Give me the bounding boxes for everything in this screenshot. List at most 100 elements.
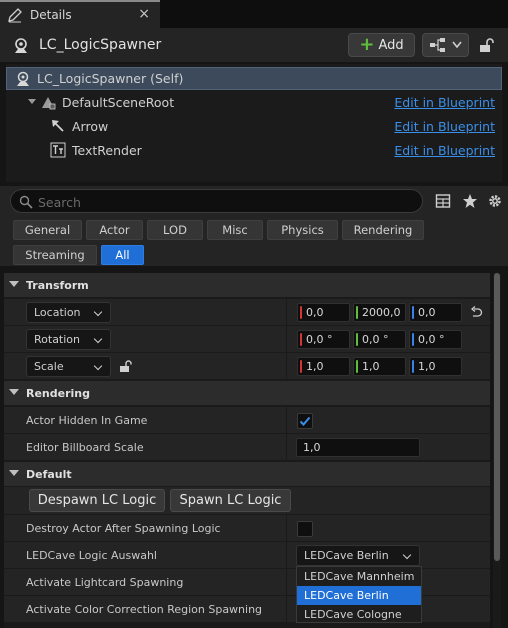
billboard-scale-field[interactable]: 1,0	[296, 438, 420, 457]
tree-item-label: TextRender	[72, 143, 142, 158]
option-mannheim[interactable]: LEDCave Mannheim	[297, 567, 421, 586]
chevron-down-icon	[93, 334, 103, 344]
lock-open-icon[interactable]	[478, 37, 494, 53]
filter-misc[interactable]: Misc	[207, 220, 263, 240]
edit-in-blueprint-link[interactable]: Edit in Blueprint	[394, 95, 495, 110]
category-rendering[interactable]: Rendering	[4, 381, 490, 405]
option-berlin[interactable]: LEDCave Berlin	[297, 586, 421, 605]
collapse-arrow-icon	[9, 470, 19, 476]
rotation-z-field[interactable]: 0,0 °	[409, 330, 462, 349]
tab-bar: Details ×	[0, 0, 508, 28]
filter-physics[interactable]: Physics	[267, 220, 338, 240]
property-location: Location 0,0 2000,0 0,0	[4, 299, 490, 326]
search-placeholder: Search	[38, 195, 81, 210]
tree-item-label: Arrow	[72, 119, 109, 134]
destroy-after-spawn-checkbox[interactable]	[297, 521, 313, 537]
property-label: Activate Color Correction Region Spawnin…	[26, 603, 263, 616]
filter-general[interactable]: General	[13, 220, 82, 240]
checkmark-icon	[299, 416, 311, 426]
hierarchy-icon	[430, 38, 445, 52]
tree-item-label: LC_LogicSpawner (Self)	[37, 71, 184, 86]
add-component-button[interactable]: + Add	[348, 33, 415, 57]
category-label: Default	[26, 467, 72, 481]
scale-x-field[interactable]: 1,0	[297, 357, 350, 376]
rotation-x-field[interactable]: 0,0 °	[297, 330, 350, 349]
property-label: Destroy Actor After Spawning Logic	[26, 522, 221, 535]
property-logic-selection: LEDCave Logic Auswahl LEDCave Berlin	[4, 542, 490, 569]
location-x-field[interactable]: 0,0	[297, 303, 350, 322]
category-label: Transform	[26, 278, 89, 292]
edit-in-blueprint-link[interactable]: Edit in Blueprint	[394, 143, 495, 158]
logic-selection-value: LEDCave Berlin	[304, 549, 389, 562]
component-tree: LC_LogicSpawner (Self) DefaultSceneRoot …	[6, 64, 502, 182]
location-z-field[interactable]: 0,0	[409, 303, 462, 322]
category-transform[interactable]: Transform	[4, 273, 490, 297]
tree-item-arrow[interactable]: Arrow Edit in Blueprint	[6, 115, 502, 138]
search-input[interactable]: Search	[10, 189, 423, 213]
search-area: Search General Actor LOD Misc Physics Re…	[0, 186, 508, 266]
star-icon[interactable]	[462, 193, 478, 209]
edit-in-blueprint-link[interactable]: Edit in Blueprint	[394, 119, 495, 134]
rotation-y-field[interactable]: 0,0 °	[353, 330, 406, 349]
location-y-field[interactable]: 2000,0	[353, 303, 406, 322]
property-scale: Scale 1,0 1,0 1,0	[4, 353, 490, 380]
text-render-icon	[50, 142, 66, 158]
property-rotation: Rotation 0,0 ° 0,0 ° 0,0 °	[4, 326, 490, 353]
chevron-down-icon	[402, 550, 412, 560]
chevron-down-icon	[93, 307, 103, 317]
property-label: Actor Hidden In Game	[26, 414, 148, 427]
button-row: Despawn LC Logic Spawn LC Logic	[4, 487, 490, 515]
property-billboard-scale: Editor Billboard Scale 1,0	[4, 434, 490, 461]
gear-icon[interactable]	[487, 193, 503, 209]
filter-all[interactable]: All	[101, 245, 144, 265]
filter-actor[interactable]: Actor	[86, 220, 143, 240]
add-label: Add	[378, 37, 404, 53]
scene-root-icon	[42, 97, 56, 110]
lock-open-icon[interactable]	[119, 359, 133, 373]
property-label: Editor Billboard Scale	[26, 441, 144, 454]
actor-hidden-checkbox[interactable]	[297, 413, 313, 429]
category-default[interactable]: Default	[4, 462, 490, 486]
actor-name: LC_LogicSpawner	[39, 37, 162, 53]
search-icon	[19, 195, 33, 209]
collapse-arrow-icon	[9, 389, 19, 395]
spawn-lc-logic-button[interactable]: Spawn LC Logic	[170, 489, 291, 512]
scale-z-field[interactable]: 1,0	[409, 357, 462, 376]
tree-item-self[interactable]: LC_LogicSpawner (Self)	[6, 67, 502, 90]
scrollbar-thumb[interactable]	[494, 273, 500, 561]
blueprint-options-button[interactable]	[422, 33, 469, 57]
expand-arrow-icon[interactable]	[28, 99, 36, 104]
plus-icon: +	[359, 34, 375, 55]
filter-rendering[interactable]: Rendering	[342, 220, 424, 240]
details-header: LC_LogicSpawner + Add	[0, 28, 508, 62]
chevron-down-icon	[452, 41, 462, 49]
location-mode-dropdown[interactable]: Location	[26, 302, 111, 323]
actor-icon	[17, 71, 29, 86]
property-actor-hidden: Actor Hidden In Game	[4, 407, 490, 434]
property-label: Activate Lightcard Spawning	[26, 576, 184, 589]
logic-selection-options: LEDCave Mannheim LEDCave Berlin LEDCave …	[296, 566, 422, 623]
tree-item-defaultsceneroot[interactable]: DefaultSceneRoot Edit in Blueprint	[6, 91, 502, 114]
despawn-lc-logic-button[interactable]: Despawn LC Logic	[29, 489, 165, 512]
scale-y-field[interactable]: 1,0	[353, 357, 406, 376]
rotation-mode-dropdown[interactable]: Rotation	[26, 329, 111, 350]
collapse-arrow-icon	[9, 281, 19, 287]
tree-item-label: DefaultSceneRoot	[62, 95, 175, 110]
scale-mode-dropdown[interactable]: Scale	[26, 356, 111, 377]
tree-item-textrender[interactable]: TextRender Edit in Blueprint	[6, 139, 502, 162]
scale-label: Scale	[34, 360, 64, 373]
filter-streaming[interactable]: Streaming	[13, 245, 97, 265]
close-icon[interactable]: ×	[138, 6, 150, 22]
properties-scrollbar[interactable]	[493, 273, 501, 628]
table-view-icon[interactable]	[435, 193, 451, 209]
rotation-label: Rotation	[34, 333, 81, 346]
arrow-component-icon	[52, 120, 64, 132]
logic-selection-dropdown[interactable]: LEDCave Berlin	[296, 545, 420, 566]
property-label: LEDCave Logic Auswahl	[26, 549, 157, 562]
tab-details[interactable]: Details ×	[0, 0, 160, 28]
option-cologne[interactable]: LEDCave Cologne	[297, 605, 421, 624]
chevron-down-icon	[93, 361, 103, 371]
filter-lod[interactable]: LOD	[147, 220, 203, 240]
reset-to-default-icon[interactable]	[470, 306, 483, 319]
property-destroy-after-spawn: Destroy Actor After Spawning Logic	[4, 515, 490, 542]
